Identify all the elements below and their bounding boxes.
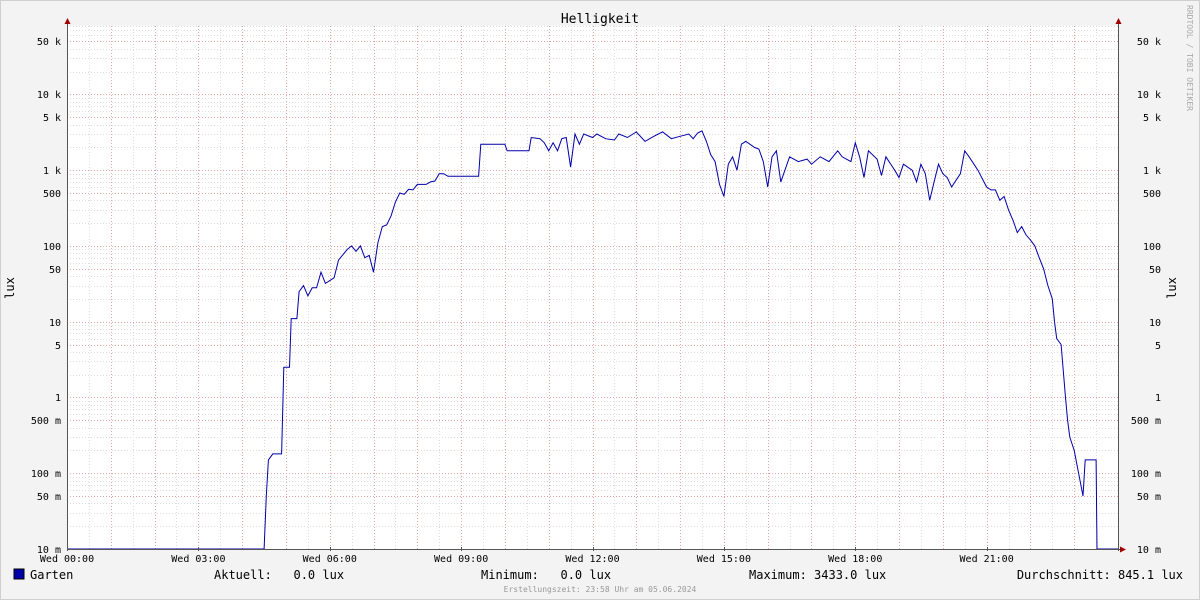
x-tick-label: Wed 12:00 bbox=[565, 554, 619, 565]
y-tick-label-right: 500 bbox=[1143, 189, 1161, 200]
legend-series-name: Garten bbox=[30, 568, 73, 582]
y-tick-label-right: 100 m bbox=[1131, 469, 1161, 480]
x-tick-label: Wed 06:00 bbox=[303, 554, 357, 565]
y-tick-label-right: 10 k bbox=[1137, 90, 1161, 101]
y-tick-label-left: 5 bbox=[55, 341, 61, 352]
y-tick-label-right: 100 bbox=[1143, 242, 1161, 253]
y-tick-label-right: 10 bbox=[1149, 318, 1161, 329]
x-tick-label: Wed 18:00 bbox=[828, 554, 882, 565]
legend-average: Durchschnitt: 845.1 lux bbox=[1017, 568, 1183, 582]
y-tick-label-right: 1 bbox=[1155, 393, 1161, 404]
x-tick-label: Wed 15:00 bbox=[697, 554, 751, 565]
legend-current: Aktuell: 0.0 lux bbox=[214, 568, 344, 582]
rrd-graph: Helligkeit RRDTOOL / TOBI OETIKER lux lu… bbox=[0, 0, 1200, 600]
legend-minimum: Minimum: 0.0 lux bbox=[481, 568, 611, 582]
y-tick-label-left: 1 bbox=[55, 393, 61, 404]
x-tick-label: Wed 09:00 bbox=[434, 554, 488, 565]
y-tick-label-left: 50 bbox=[49, 265, 61, 276]
y-tick-label-right: 500 m bbox=[1131, 416, 1161, 427]
y-tick-label-left: 100 m bbox=[31, 469, 61, 480]
y-tick-label-right: 5 k bbox=[1143, 113, 1161, 124]
y-tick-label-right: 5 bbox=[1155, 341, 1161, 352]
y-tick-label-left: 50 k bbox=[37, 37, 61, 48]
y-tick-label-left: 50 m bbox=[37, 492, 61, 503]
legend-swatch bbox=[13, 568, 25, 580]
y-tick-label-right: 50 k bbox=[1137, 37, 1161, 48]
y-tick-label-right: 1 k bbox=[1143, 166, 1161, 177]
x-tick-label: Wed 03:00 bbox=[171, 554, 225, 565]
legend-maximum: Maximum: 3433.0 lux bbox=[749, 568, 886, 582]
y-tick-label-left: 500 m bbox=[31, 416, 61, 427]
y-axis-label-left: lux bbox=[3, 277, 17, 299]
y-tick-label-left: 500 bbox=[43, 189, 61, 200]
x-tick-label: Wed 21:00 bbox=[960, 554, 1014, 565]
watermark: RRDTOOL / TOBI OETIKER bbox=[1185, 5, 1194, 111]
chart-title: Helligkeit bbox=[561, 12, 639, 27]
y-tick-label-left: 1 k bbox=[43, 166, 61, 177]
y-tick-label-left: 5 k bbox=[43, 113, 61, 124]
y-tick-label-right: 50 bbox=[1149, 265, 1161, 276]
footer-timestamp: Erstellungszeit: 23:58 Uhr am 05.06.2024 bbox=[504, 585, 697, 594]
y-tick-label-left: 100 bbox=[43, 242, 61, 253]
x-tick-label: Wed 00:00 bbox=[40, 554, 94, 565]
y-tick-label-left: 10 bbox=[49, 318, 61, 329]
y-axis-label-right: lux bbox=[1165, 277, 1179, 299]
y-tick-label-right: 50 m bbox=[1137, 492, 1161, 503]
plot-area bbox=[67, 26, 1118, 549]
y-tick-label-right: 10 m bbox=[1137, 545, 1161, 556]
y-tick-label-left: 10 k bbox=[37, 90, 61, 101]
